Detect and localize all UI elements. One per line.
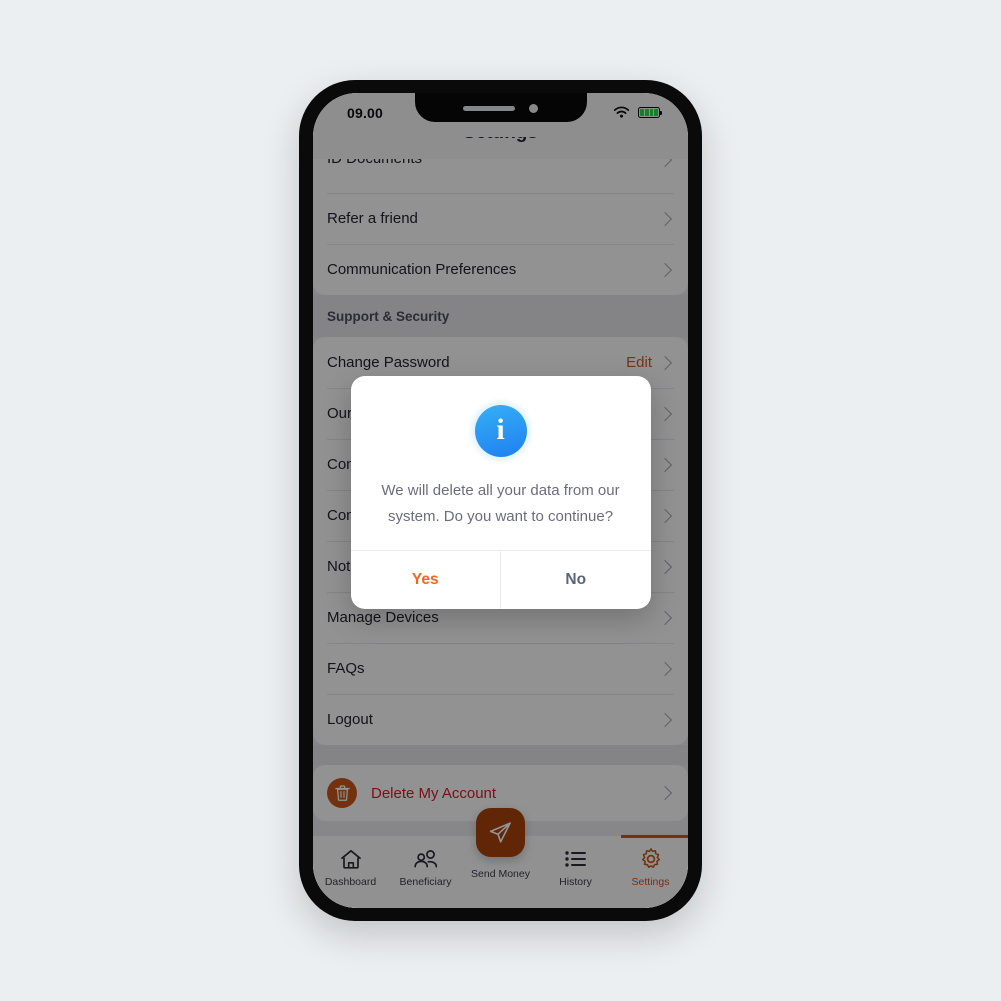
phone-device-frame: 09.00 Refer a friend Communication Prefe…: [299, 80, 702, 921]
list-item[interactable]: ID Documents: [313, 159, 688, 193]
page-canvas: 09.00 Refer a friend Communication Prefe…: [0, 0, 1001, 1001]
confirm-delete-dialog: i We will delete all your data from our …: [350, 376, 651, 609]
front-camera-icon: [529, 104, 538, 113]
confirm-yes-button[interactable]: Yes: [351, 551, 501, 609]
section-gap: [313, 745, 688, 765]
chevron-right-icon: [657, 211, 673, 226]
tab-dashboard[interactable]: Dashboard: [313, 836, 388, 908]
dialog-body: i We will delete all your data from our …: [351, 376, 651, 550]
phone-screen: 09.00 Refer a friend Communication Prefe…: [313, 93, 688, 908]
list-item-label: Refer a friend: [327, 210, 418, 227]
paper-plane-icon[interactable]: [476, 808, 525, 857]
edit-link[interactable]: Edit: [626, 354, 652, 371]
chevron-right-icon: [657, 785, 673, 801]
list-icon: [564, 847, 588, 871]
chevron-right-icon: [657, 262, 673, 277]
chevron-right-icon: [657, 712, 673, 727]
list-item-label: Change Password: [327, 354, 450, 371]
section-header-support-security: Support & Security: [313, 295, 688, 337]
list-item[interactable]: Logout: [313, 694, 688, 745]
battery-icon: [638, 107, 663, 118]
page-title: Settings: [313, 137, 688, 144]
chevron-right-icon: [657, 159, 673, 168]
info-icon-glyph: i: [474, 405, 527, 457]
tab-history[interactable]: History: [538, 836, 613, 908]
speaker-grille-icon: [463, 106, 515, 111]
status-time: 09.00: [347, 105, 384, 121]
list-item[interactable]: Refer a friend: [313, 193, 688, 244]
people-icon: [413, 847, 439, 871]
tab-label: History: [559, 876, 592, 888]
chevron-right-icon: [657, 508, 673, 523]
chevron-right-icon: [657, 610, 673, 625]
chevron-right-icon: [657, 406, 673, 421]
bottom-tab-bar: Dashboard Beneficiary Send Money History…: [313, 808, 688, 908]
dialog-message: We will delete all your data from our sy…: [381, 482, 620, 525]
list-item[interactable]: FAQs: [313, 643, 688, 694]
list-item[interactable]: Communication Preferences: [313, 244, 688, 295]
chevron-right-icon: [657, 355, 673, 370]
chevron-right-icon: [657, 559, 673, 574]
list-item-label: ID Documents: [327, 159, 660, 167]
delete-account-label: Delete My Account: [371, 784, 497, 802]
tab-label: Settings: [631, 876, 670, 888]
info-icon: i: [467, 398, 534, 464]
tab-send-money[interactable]: Send Money: [463, 808, 538, 908]
wifi-icon: [613, 106, 630, 119]
list-item-label: Communication Preferences: [327, 261, 517, 278]
tab-label: Send Money: [471, 868, 530, 880]
status-indicators: [613, 106, 663, 119]
list-item-label: Logout: [327, 711, 373, 728]
trash-icon: [327, 778, 357, 808]
dialog-actions: Yes No: [350, 549, 651, 609]
chevron-right-icon: [657, 661, 673, 676]
tab-settings[interactable]: Settings: [613, 835, 688, 908]
confirm-no-button[interactable]: No: [500, 550, 651, 609]
phone-notch: [414, 93, 587, 122]
tab-label: Beneficiary: [399, 876, 452, 888]
gear-icon: [639, 847, 663, 871]
chevron-right-icon: [657, 457, 673, 472]
page-header: Settings: [313, 137, 688, 159]
home-icon: [339, 847, 363, 871]
tab-beneficiary[interactable]: Beneficiary: [388, 836, 463, 908]
list-item-label: Manage Devices: [327, 609, 439, 626]
tab-label: Dashboard: [324, 876, 377, 888]
list-item-label: FAQs: [327, 660, 365, 677]
settings-group-account: ID Documents Refer a friend Communicatio…: [313, 159, 688, 295]
